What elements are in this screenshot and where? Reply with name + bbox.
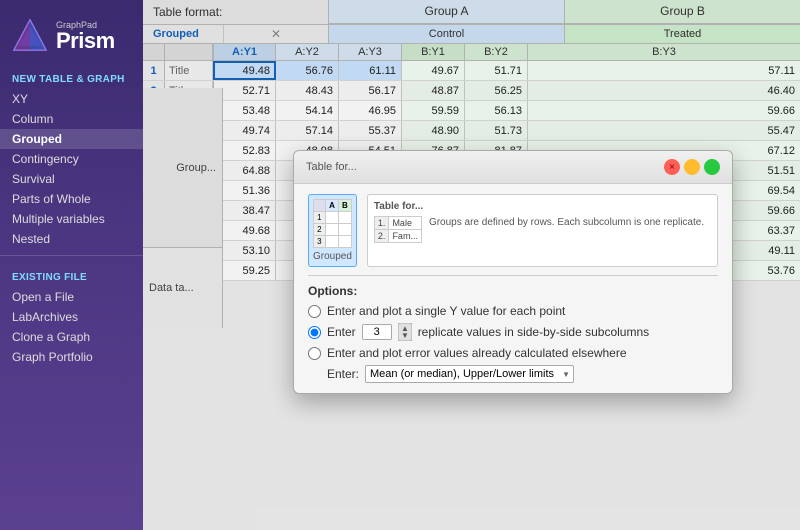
existing-file-section-title: EXISTING FILE: [0, 262, 143, 287]
dialog-body: AB 1 2 3 Grouped Table for... 1.Mal: [294, 184, 732, 393]
logo-text: GraphPad Prism: [56, 21, 115, 52]
sidebar-item-multiple-variables[interactable]: Multiple variables: [0, 209, 143, 229]
svg-text:▼: ▼: [401, 331, 409, 340]
option-replicate-pre: Enter: [327, 325, 356, 339]
sidebar-item-grouped[interactable]: Grouped: [0, 129, 143, 149]
new-table-section-title: NEW TABLE & GRAPH: [0, 64, 143, 89]
enter-row: Enter: Mean (or median), Upper/Lower lim…: [308, 365, 718, 383]
enter-select-wrapper[interactable]: Mean (or median), Upper/Lower limits: [365, 365, 574, 383]
option-row-replicate: Enter ▲ ▼ replicate values in side-by-si…: [308, 323, 718, 341]
format-dialog: Table for... × AB 1 2 3: [293, 150, 733, 394]
dialog-header-label: Table for...: [306, 161, 357, 173]
mini-table-preview: 1.Male 2.Fam... Groups are defined by ro…: [374, 216, 711, 243]
option-single-label: Enter and plot a single Y value for each…: [327, 304, 565, 318]
option-replicate-post: replicate values in side-by-side subcolu…: [418, 325, 649, 339]
sidebar-item-xy[interactable]: XY: [0, 89, 143, 109]
option-row-single: Enter and plot a single Y value for each…: [308, 304, 718, 318]
enter-select[interactable]: Mean (or median), Upper/Lower limits: [365, 365, 574, 383]
prism-logo-icon: [12, 18, 48, 54]
thumb-grouped-table: AB 1 2 3: [313, 199, 352, 248]
sidebar: GraphPad Prism NEW TABLE & GRAPH XY Colu…: [0, 0, 143, 530]
sidebar-item-contingency[interactable]: Contingency: [0, 149, 143, 169]
table-thumbnails: AB 1 2 3 Grouped Table for... 1.Mal: [308, 194, 718, 267]
dialog-maximize-button[interactable]: [704, 159, 720, 175]
sidebar-item-labarchives[interactable]: LabArchives: [0, 307, 143, 327]
options-title: Options:: [308, 284, 718, 298]
option-error-label: Enter and plot error values already calc…: [327, 346, 627, 360]
mini-table-label: Table for...: [374, 201, 711, 212]
radio-error-values[interactable]: [308, 347, 321, 360]
thumb-grouped-selected[interactable]: AB 1 2 3 Grouped: [308, 194, 357, 267]
dialog-window-controls: ×: [664, 159, 720, 175]
sidebar-divider: [0, 255, 143, 256]
sidebar-item-parts-of-whole[interactable]: Parts of Whole: [0, 189, 143, 209]
mini-preview-table: 1.Male 2.Fam...: [374, 216, 422, 243]
radio-replicate[interactable]: [308, 326, 321, 339]
option-row-error: Enter and plot error values already calc…: [308, 346, 718, 360]
sidebar-item-nested[interactable]: Nested: [0, 229, 143, 249]
sidebar-item-open-file[interactable]: Open a File: [0, 287, 143, 307]
dialog-close-button[interactable]: ×: [664, 159, 680, 175]
dialog-header: Table for... ×: [294, 151, 732, 184]
enter-label: Enter:: [327, 367, 359, 381]
replicate-count-input[interactable]: [362, 324, 392, 340]
logo-prism-label: Prism: [56, 30, 115, 52]
radio-single-value[interactable]: [308, 305, 321, 318]
options-section: Options: Enter and plot a single Y value…: [308, 275, 718, 383]
main-area: Table format: Group A Group B Grouped ✕ …: [143, 0, 800, 530]
mini-description: Groups are defined by rows. Each subcolu…: [429, 216, 704, 230]
dialog-minimize-button[interactable]: [684, 159, 700, 175]
dialog-info-panel: Table for... 1.Male 2.Fam... Groups are …: [367, 194, 718, 267]
thumb-grouped-label: Grouped: [313, 251, 352, 262]
replicate-stepper[interactable]: ▲ ▼: [398, 323, 412, 341]
sidebar-item-graph-portfolio[interactable]: Graph Portfolio: [0, 347, 143, 367]
sidebar-item-column[interactable]: Column: [0, 109, 143, 129]
logo-area: GraphPad Prism: [0, 0, 143, 64]
sidebar-item-clone-graph[interactable]: Clone a Graph: [0, 327, 143, 347]
sidebar-item-survival[interactable]: Survival: [0, 169, 143, 189]
